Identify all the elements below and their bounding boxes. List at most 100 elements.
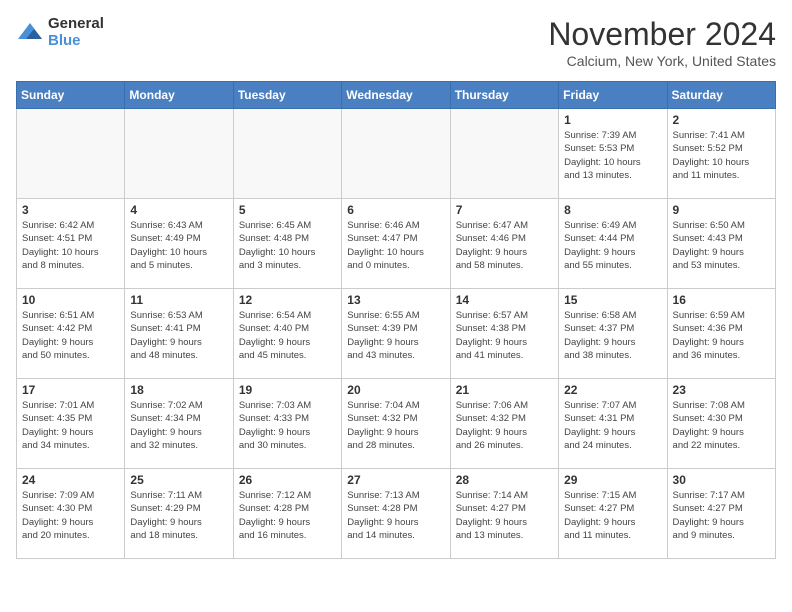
day-number: 11 <box>130 293 227 307</box>
day-info: Sunrise: 7:02 AM Sunset: 4:34 PM Dayligh… <box>130 399 227 452</box>
day-number: 30 <box>673 473 770 487</box>
day-number: 25 <box>130 473 227 487</box>
day-number: 2 <box>673 113 770 127</box>
day-info: Sunrise: 7:39 AM Sunset: 5:53 PM Dayligh… <box>564 129 661 182</box>
calendar-cell: 30 Sunrise: 7:17 AM Sunset: 4:27 PM Dayli… <box>667 469 775 559</box>
weekday-header-sunday: Sunday <box>17 82 125 109</box>
day-number: 16 <box>673 293 770 307</box>
day-info: Sunrise: 7:04 AM Sunset: 4:32 PM Dayligh… <box>347 399 444 452</box>
calendar-cell: 4Sunrise: 6:43 AM Sunset: 4:49 PM Daylig… <box>125 199 233 289</box>
day-number: 1 <box>564 113 661 127</box>
calendar-week-row: 17 Sunrise: 7:01 AM Sunset: 4:35 PM Dayli… <box>17 379 776 469</box>
calendar-cell: 13 Sunrise: 6:55 AM Sunset: 4:39 PM Dayli… <box>342 289 450 379</box>
day-number: 17 <box>22 383 119 397</box>
calendar-week-row: 3Sunrise: 6:42 AM Sunset: 4:51 PM Daylig… <box>17 199 776 289</box>
day-number: 8 <box>564 203 661 217</box>
day-info: Sunrise: 7:03 AM Sunset: 4:33 PM Dayligh… <box>239 399 336 452</box>
day-info: Sunrise: 6:50 AM Sunset: 4:43 PM Dayligh… <box>673 219 770 272</box>
calendar-cell: 5 Sunrise: 6:45 AM Sunset: 4:48 PM Daylig… <box>233 199 341 289</box>
day-number: 28 <box>456 473 553 487</box>
calendar-cell <box>125 109 233 199</box>
weekday-header-monday: Monday <box>125 82 233 109</box>
day-number: 6 <box>347 203 444 217</box>
calendar-cell: 15 Sunrise: 6:58 AM Sunset: 4:37 PM Dayli… <box>559 289 667 379</box>
day-info: Sunrise: 7:01 AM Sunset: 4:35 PM Dayligh… <box>22 399 119 452</box>
day-info: Sunrise: 7:17 AM Sunset: 4:27 PM Dayligh… <box>673 489 770 542</box>
calendar-cell: 7 Sunrise: 6:47 AM Sunset: 4:46 PM Daylig… <box>450 199 558 289</box>
day-number: 22 <box>564 383 661 397</box>
calendar-cell: 12 Sunrise: 6:54 AM Sunset: 4:40 PM Dayli… <box>233 289 341 379</box>
day-number: 12 <box>239 293 336 307</box>
day-number: 15 <box>564 293 661 307</box>
day-info: Sunrise: 7:13 AM Sunset: 4:28 PM Dayligh… <box>347 489 444 542</box>
day-info: Sunrise: 6:43 AM Sunset: 4:49 PM Dayligh… <box>130 219 227 272</box>
day-info: Sunrise: 6:49 AM Sunset: 4:44 PM Dayligh… <box>564 219 661 272</box>
title-block: November 2024 Calcium, New York, United … <box>548 16 776 69</box>
day-number: 5 <box>239 203 336 217</box>
day-number: 18 <box>130 383 227 397</box>
calendar-cell: 27 Sunrise: 7:13 AM Sunset: 4:28 PM Dayli… <box>342 469 450 559</box>
calendar-cell <box>342 109 450 199</box>
weekday-header-tuesday: Tuesday <box>233 82 341 109</box>
calendar-week-row: 1 Sunrise: 7:39 AM Sunset: 5:53 PM Daylig… <box>17 109 776 199</box>
day-number: 24 <box>22 473 119 487</box>
day-info: Sunrise: 7:12 AM Sunset: 4:28 PM Dayligh… <box>239 489 336 542</box>
calendar-cell: 26 Sunrise: 7:12 AM Sunset: 4:28 PM Dayli… <box>233 469 341 559</box>
day-info: Sunrise: 6:53 AM Sunset: 4:41 PM Dayligh… <box>130 309 227 362</box>
day-number: 19 <box>239 383 336 397</box>
weekday-header-saturday: Saturday <box>667 82 775 109</box>
day-number: 29 <box>564 473 661 487</box>
logo-general-text: General <box>48 16 104 33</box>
day-info: Sunrise: 7:14 AM Sunset: 4:27 PM Dayligh… <box>456 489 553 542</box>
logo: General Blue <box>16 16 104 49</box>
day-number: 26 <box>239 473 336 487</box>
calendar-cell: 18 Sunrise: 7:02 AM Sunset: 4:34 PM Dayli… <box>125 379 233 469</box>
calendar-week-row: 10Sunrise: 6:51 AM Sunset: 4:42 PM Dayli… <box>17 289 776 379</box>
calendar-cell: 10Sunrise: 6:51 AM Sunset: 4:42 PM Dayli… <box>17 289 125 379</box>
calendar-cell: 1 Sunrise: 7:39 AM Sunset: 5:53 PM Daylig… <box>559 109 667 199</box>
calendar-cell <box>233 109 341 199</box>
day-number: 20 <box>347 383 444 397</box>
calendar-cell: 14 Sunrise: 6:57 AM Sunset: 4:38 PM Dayli… <box>450 289 558 379</box>
calendar-week-row: 24Sunrise: 7:09 AM Sunset: 4:30 PM Dayli… <box>17 469 776 559</box>
calendar-cell: 9 Sunrise: 6:50 AM Sunset: 4:43 PM Daylig… <box>667 199 775 289</box>
weekday-header-friday: Friday <box>559 82 667 109</box>
calendar-cell: 8 Sunrise: 6:49 AM Sunset: 4:44 PM Daylig… <box>559 199 667 289</box>
calendar-cell: 11 Sunrise: 6:53 AM Sunset: 4:41 PM Dayli… <box>125 289 233 379</box>
day-info: Sunrise: 7:08 AM Sunset: 4:30 PM Dayligh… <box>673 399 770 452</box>
day-info: Sunrise: 6:59 AM Sunset: 4:36 PM Dayligh… <box>673 309 770 362</box>
day-number: 21 <box>456 383 553 397</box>
day-info: Sunrise: 6:58 AM Sunset: 4:37 PM Dayligh… <box>564 309 661 362</box>
calendar-cell: 6Sunrise: 6:46 AM Sunset: 4:47 PM Daylig… <box>342 199 450 289</box>
day-number: 14 <box>456 293 553 307</box>
calendar-cell: 24Sunrise: 7:09 AM Sunset: 4:30 PM Dayli… <box>17 469 125 559</box>
day-info: Sunrise: 6:55 AM Sunset: 4:39 PM Dayligh… <box>347 309 444 362</box>
calendar-cell: 19 Sunrise: 7:03 AM Sunset: 4:33 PM Dayli… <box>233 379 341 469</box>
weekday-header-row: SundayMondayTuesdayWednesdayThursdayFrid… <box>17 82 776 109</box>
day-info: Sunrise: 6:54 AM Sunset: 4:40 PM Dayligh… <box>239 309 336 362</box>
day-info: Sunrise: 7:06 AM Sunset: 4:32 PM Dayligh… <box>456 399 553 452</box>
calendar-cell: 20 Sunrise: 7:04 AM Sunset: 4:32 PM Dayli… <box>342 379 450 469</box>
location-subtitle: Calcium, New York, United States <box>548 53 776 69</box>
calendar-table: SundayMondayTuesdayWednesdayThursdayFrid… <box>16 81 776 559</box>
day-info: Sunrise: 7:11 AM Sunset: 4:29 PM Dayligh… <box>130 489 227 542</box>
calendar-cell: 17 Sunrise: 7:01 AM Sunset: 4:35 PM Dayli… <box>17 379 125 469</box>
day-info: Sunrise: 6:45 AM Sunset: 4:48 PM Dayligh… <box>239 219 336 272</box>
month-title: November 2024 <box>548 16 776 53</box>
calendar-cell <box>450 109 558 199</box>
calendar-cell: 22 Sunrise: 7:07 AM Sunset: 4:31 PM Dayli… <box>559 379 667 469</box>
day-number: 7 <box>456 203 553 217</box>
day-number: 13 <box>347 293 444 307</box>
page-header: General Blue November 2024 Calcium, New … <box>16 16 776 69</box>
day-number: 9 <box>673 203 770 217</box>
weekday-header-wednesday: Wednesday <box>342 82 450 109</box>
logo-icon <box>16 19 44 47</box>
day-number: 27 <box>347 473 444 487</box>
calendar-cell: 16 Sunrise: 6:59 AM Sunset: 4:36 PM Dayli… <box>667 289 775 379</box>
logo-blue-text: Blue <box>48 33 104 50</box>
day-info: Sunrise: 6:42 AM Sunset: 4:51 PM Dayligh… <box>22 219 119 272</box>
day-info: Sunrise: 6:57 AM Sunset: 4:38 PM Dayligh… <box>456 309 553 362</box>
day-info: Sunrise: 7:07 AM Sunset: 4:31 PM Dayligh… <box>564 399 661 452</box>
day-info: Sunrise: 7:41 AM Sunset: 5:52 PM Dayligh… <box>673 129 770 182</box>
day-info: Sunrise: 6:47 AM Sunset: 4:46 PM Dayligh… <box>456 219 553 272</box>
